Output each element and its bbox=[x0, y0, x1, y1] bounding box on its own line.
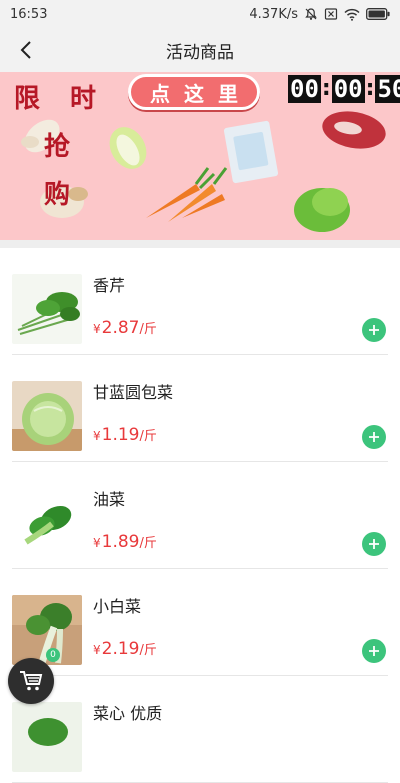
cart-button[interactable] bbox=[8, 658, 54, 704]
status-time: 16:53 bbox=[10, 6, 48, 22]
network-speed: 4.37K/s bbox=[249, 6, 298, 22]
countdown-timer: 00 : 00 : 50 bbox=[288, 75, 400, 103]
add-to-cart-button[interactable] bbox=[362, 532, 386, 556]
add-to-cart-button[interactable] bbox=[362, 639, 386, 663]
countdown-separator: : bbox=[321, 76, 331, 101]
product-item[interactable]: 香芹 ¥2.87/斤 bbox=[12, 248, 388, 355]
choy-sum-image bbox=[12, 702, 82, 772]
plus-icon bbox=[369, 646, 379, 656]
back-button[interactable] bbox=[10, 34, 42, 66]
banner-word-4: 购 bbox=[44, 180, 73, 210]
status-indicators: 4.37K/s bbox=[249, 7, 390, 22]
sim-off-icon bbox=[324, 7, 338, 21]
banner-word-3: 抢 bbox=[44, 132, 73, 162]
wifi-icon bbox=[344, 8, 360, 21]
battery-icon bbox=[366, 8, 390, 20]
banner-word-1: 限 bbox=[14, 84, 43, 114]
product-item[interactable]: 油菜 ¥1.89/斤 bbox=[12, 462, 388, 569]
product-name: 甘蓝圆包菜 bbox=[93, 383, 174, 402]
cart-count-badge: 0 bbox=[46, 648, 60, 662]
plus-icon bbox=[369, 432, 379, 442]
status-bar: 16:53 4.37K/s bbox=[0, 0, 400, 28]
plus-icon bbox=[369, 325, 379, 335]
countdown-seconds: 50 bbox=[375, 75, 400, 103]
product-item[interactable]: 甘蓝圆包菜 ¥1.19/斤 bbox=[12, 355, 388, 462]
product-name: 小白菜 bbox=[93, 597, 142, 616]
chevron-left-icon bbox=[20, 41, 31, 59]
product-price: ¥2.87/斤 bbox=[93, 318, 157, 338]
product-price: ¥1.19/斤 bbox=[93, 425, 157, 445]
product-price: ¥2.19/斤 bbox=[93, 639, 157, 659]
cart-icon bbox=[20, 671, 43, 691]
product-item[interactable]: 菜心 优质 bbox=[12, 676, 388, 783]
product-item[interactable]: 小白菜 ¥2.19/斤 bbox=[12, 569, 388, 676]
plus-icon bbox=[369, 539, 379, 549]
product-price: ¥1.89/斤 bbox=[93, 532, 157, 552]
add-to-cart-button[interactable] bbox=[362, 425, 386, 449]
product-name: 油菜 bbox=[93, 490, 126, 509]
celery-image bbox=[12, 274, 82, 344]
promo-banner[interactable]: 限 时 抢 购 点这里 00 : 00 : 50 bbox=[0, 72, 400, 240]
add-to-cart-button[interactable] bbox=[362, 318, 386, 342]
countdown-minutes: 00 bbox=[331, 75, 365, 103]
bok-choy-image bbox=[12, 488, 82, 558]
product-name: 菜心 优质 bbox=[93, 704, 163, 723]
section-divider bbox=[0, 240, 400, 248]
countdown-separator: : bbox=[365, 76, 375, 101]
app-header: 活动商品 bbox=[0, 28, 400, 72]
product-name: 香芹 bbox=[93, 276, 126, 295]
mute-icon bbox=[304, 7, 318, 21]
cabbage-image bbox=[12, 381, 82, 451]
page-title: 活动商品 bbox=[166, 42, 234, 63]
banner-cta-button[interactable]: 点这里 bbox=[128, 74, 260, 110]
countdown-hours: 00 bbox=[288, 75, 321, 103]
banner-word-2: 时 bbox=[70, 84, 99, 114]
